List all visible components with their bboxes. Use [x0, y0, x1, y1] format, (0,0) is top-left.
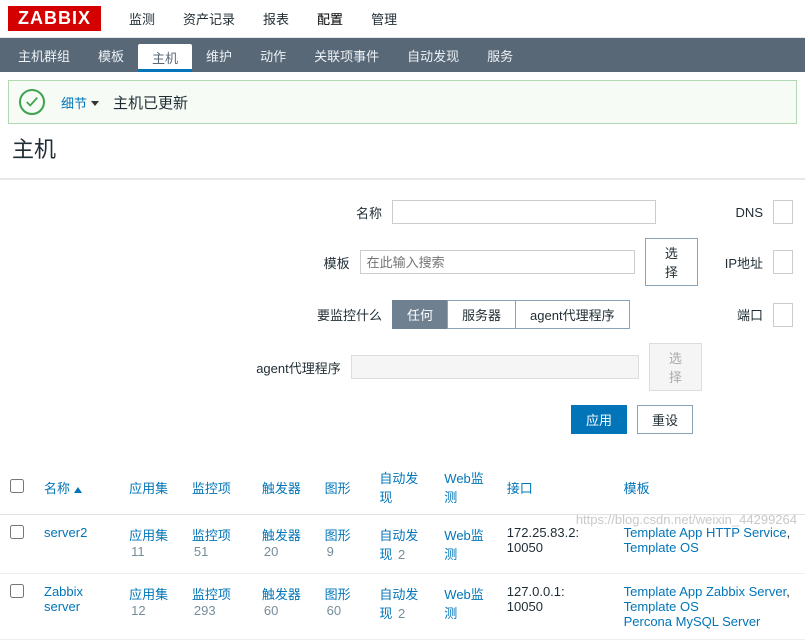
col-header[interactable]: 监控项 — [182, 460, 252, 515]
table-row: server2应用集 11监控项 51触发器 20图形 9自动发现 2Web监测… — [0, 515, 805, 574]
cell-link[interactable]: 应用集 — [129, 528, 168, 543]
template-input[interactable] — [360, 250, 635, 274]
name-input[interactable] — [392, 200, 656, 224]
col-header — [0, 460, 34, 515]
template-link[interactable]: Template App Zabbix Server — [624, 584, 787, 599]
cell-link[interactable]: 监控项 — [192, 528, 231, 543]
table-row: Zabbix server应用集 12监控项 293触发器 60图形 60自动发… — [0, 574, 805, 640]
table-header-row: 名称应用集监控项触发器图形自动发现Web监测接口模板 — [0, 460, 805, 515]
filter-panel: 名称 DNS 模板 选择 IP地址 要监控什么 任何服务器agent代理程序 端… — [0, 178, 805, 450]
cell-link[interactable]: 触发器 — [262, 587, 301, 602]
select-all-checkbox[interactable] — [10, 479, 24, 493]
subnav-item[interactable]: 自动发现 — [393, 38, 473, 72]
agent-input — [351, 355, 639, 379]
col-header[interactable]: 触发器 — [252, 460, 315, 515]
template-link[interactable]: Template OS — [624, 599, 699, 614]
ip-input[interactable] — [773, 250, 793, 274]
template-select-button[interactable]: 选择 — [645, 238, 699, 286]
cell-link[interactable]: 监控项 — [192, 587, 231, 602]
port-input[interactable] — [773, 303, 793, 327]
cell-link[interactable]: 图形 — [325, 587, 351, 602]
subnav-item[interactable]: 维护 — [192, 38, 246, 72]
apply-button[interactable]: 应用 — [571, 405, 627, 434]
success-notice: 细节 主机已更新 — [8, 80, 797, 124]
topnav-item[interactable]: 配置 — [303, 1, 357, 36]
cell-link[interactable]: 图形 — [325, 528, 351, 543]
chevron-down-icon — [91, 101, 99, 106]
notice-message: 主机已更新 — [113, 92, 188, 113]
sub-nav: 主机群组模板主机维护动作关联项事件自动发现服务 — [0, 38, 805, 72]
brand-logo: ZABBIX — [8, 6, 101, 31]
interface-cell: 127.0.0.1: 10050 — [497, 574, 614, 640]
label-port: 端口 — [703, 305, 763, 324]
template-link[interactable]: Percona MySQL Server — [624, 614, 761, 629]
template-link[interactable]: Template OS — [624, 540, 699, 555]
monitor-option[interactable]: agent代理程序 — [515, 300, 630, 329]
monitor-option[interactable]: 服务器 — [447, 300, 516, 329]
template-link[interactable]: Template App HTTP Service — [624, 525, 787, 540]
reset-button[interactable]: 重设 — [637, 405, 693, 434]
cell-link[interactable]: 触发器 — [262, 528, 301, 543]
col-header[interactable]: 图形 — [315, 460, 370, 515]
col-header[interactable]: Web监测 — [434, 460, 497, 515]
topnav-item[interactable]: 资产记录 — [169, 1, 249, 36]
host-link[interactable]: server2 — [44, 525, 87, 540]
hosts-table: 名称应用集监控项触发器图形自动发现Web监测接口模板 server2应用集 11… — [0, 460, 805, 640]
label-monitor: 要监控什么 — [12, 305, 382, 324]
row-checkbox[interactable] — [10, 584, 24, 598]
agent-select-button: 选择 — [649, 343, 702, 391]
subnav-item[interactable]: 模板 — [84, 38, 138, 72]
col-header[interactable]: 应用集 — [119, 460, 182, 515]
check-icon — [19, 89, 45, 115]
subnav-item[interactable]: 动作 — [246, 38, 300, 72]
detail-toggle[interactable]: 细节 — [61, 93, 105, 112]
col-header[interactable]: 模板 — [614, 460, 805, 515]
subnav-item[interactable]: 关联项事件 — [300, 38, 393, 72]
subnav-item[interactable]: 主机 — [138, 44, 192, 72]
dns-input[interactable] — [773, 200, 793, 224]
label-ip: IP地址 — [708, 253, 763, 272]
topnav-item[interactable]: 管理 — [357, 1, 411, 36]
label-template: 模板 — [12, 253, 350, 272]
label-dns: DNS — [703, 205, 763, 220]
label-name: 名称 — [12, 203, 382, 222]
monitor-segmented: 任何服务器agent代理程序 — [392, 300, 630, 329]
topnav-item[interactable]: 报表 — [249, 1, 303, 36]
monitor-option[interactable]: 任何 — [392, 300, 448, 329]
top-nav: ZABBIX 监测资产记录报表配置管理 — [0, 0, 805, 38]
subnav-item[interactable]: 服务 — [473, 38, 527, 72]
host-link[interactable]: Zabbix server — [44, 584, 83, 614]
cell-link[interactable]: 应用集 — [129, 587, 168, 602]
subnav-item[interactable]: 主机群组 — [4, 38, 84, 72]
topnav-item[interactable]: 监测 — [115, 1, 169, 36]
label-agent: agent代理程序 — [12, 358, 341, 377]
page-title: 主机 — [12, 132, 793, 164]
col-header[interactable]: 名称 — [34, 460, 119, 515]
row-checkbox[interactable] — [10, 525, 24, 539]
web-link[interactable]: Web监测 — [444, 528, 484, 562]
interface-cell: 172.25.83.2: 10050 — [497, 515, 614, 574]
sort-asc-icon — [74, 487, 82, 493]
web-link[interactable]: Web监测 — [444, 587, 484, 621]
col-header[interactable]: 自动发现 — [369, 460, 434, 515]
col-header[interactable]: 接口 — [497, 460, 614, 515]
